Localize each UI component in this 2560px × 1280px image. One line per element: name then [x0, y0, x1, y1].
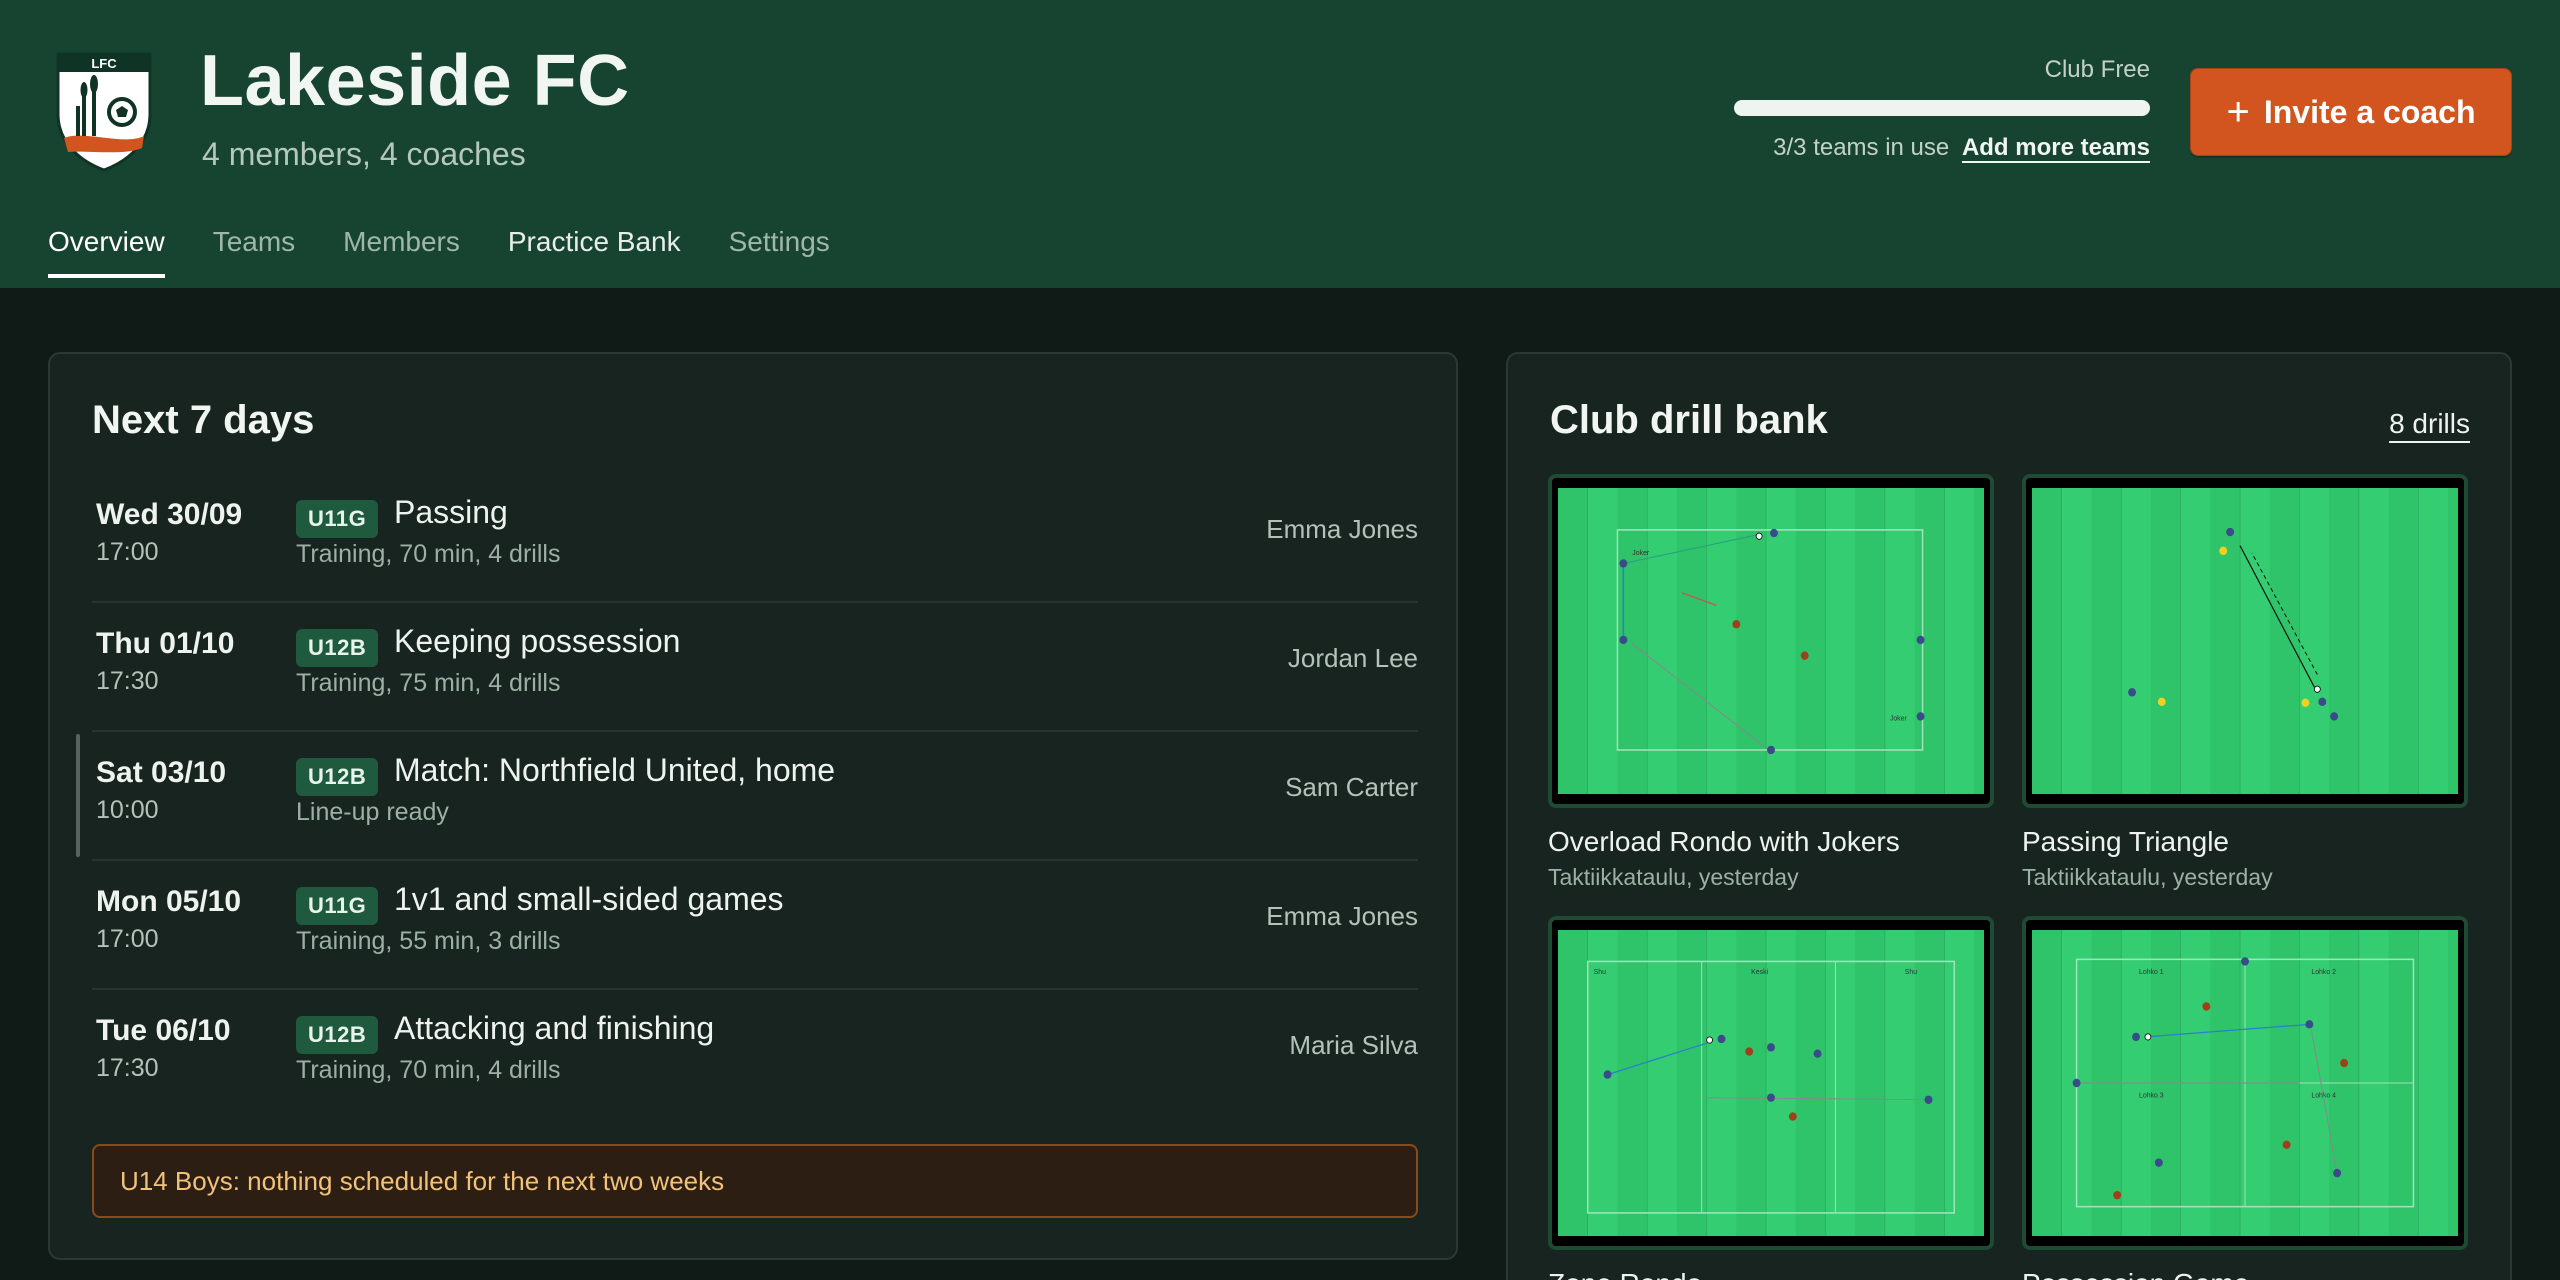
event-row[interactable]: Wed 30/09 17:00 U11G Passing Training, 7…	[92, 474, 1418, 603]
event-time: 10:00	[96, 796, 159, 824]
event-detail: Training, 55 min, 3 drills	[296, 927, 561, 955]
pitch-diagram-image: Joker Joker	[1558, 488, 1984, 794]
drill-bank-title: Club drill bank	[1550, 398, 1828, 442]
schedule-card: Next 7 days Wed 30/09 17:00 U11G Passing…	[48, 352, 1458, 1260]
drill-name: Overload Rondo with Jokers	[1548, 826, 1900, 857]
drill-card[interactable]: Joker Joker Overload Rondo with Jokers T…	[1548, 474, 1994, 891]
drill-name: Possession Game	[2022, 1268, 2468, 1280]
drill-card[interactable]: Lohko 1 Lohko 2 Lohko 3 Lohko 4 Possessi…	[2022, 916, 2468, 1280]
drill-diagram: Lohko 1 Lohko 2 Lohko 3 Lohko 4	[2022, 916, 2468, 1250]
event-date: Thu 01/10	[96, 627, 235, 660]
event-title: Attacking and finishing	[394, 1010, 715, 1046]
pitch-diagram-image: Shu Keski Shu	[1558, 930, 1984, 1236]
plan-name: Club Free	[2044, 56, 2150, 83]
event-coach: Sam Carter	[1285, 772, 1418, 802]
event-date: Mon 05/10	[96, 885, 242, 918]
drill-diagram	[2022, 474, 2468, 808]
event-row[interactable]: Mon 05/10 17:00 U11G 1v1 and small-sided…	[92, 861, 1418, 990]
event-time: 17:30	[96, 1054, 159, 1082]
club-tabs: Overview Teams Members Practice Bank Set…	[48, 226, 878, 278]
pitch-label: Lohko 2	[2311, 968, 2336, 976]
pitch-label: Shu	[1594, 968, 1606, 976]
event-coach: Maria Silva	[1289, 1030, 1418, 1060]
add-more-teams-link[interactable]: Add more teams	[1962, 134, 2150, 161]
team-badge: U12B	[296, 629, 379, 667]
event-time: 17:00	[96, 538, 159, 566]
crest-lettering: LFC	[91, 56, 117, 71]
pitch-label: Joker	[1890, 714, 1908, 722]
drill-name: Zone Rondo	[1548, 1268, 1994, 1280]
schedule-title: Next 7 days	[92, 398, 315, 442]
event-title: 1v1 and small-sided games	[394, 881, 784, 917]
pitch-label: Shu	[1905, 968, 1917, 976]
event-date: Wed 30/09	[96, 498, 243, 531]
event-row[interactable]: Thu 01/10 17:30 U12B Keeping possession …	[92, 603, 1418, 732]
event-row[interactable]: Sat 03/10 10:00 U12B Match: Northfield U…	[76, 732, 1418, 861]
event-detail: Training, 70 min, 4 drills	[296, 540, 561, 568]
event-title: Match: Northfield United, home	[394, 752, 836, 788]
team-badge: U11G	[296, 887, 379, 925]
schedule-warning: U14 Boys: nothing scheduled for the next…	[92, 1144, 1418, 1218]
club-crest-icon: LFC	[56, 52, 152, 172]
event-title: Passing	[394, 494, 508, 530]
event-row[interactable]: Tue 06/10 17:30 U12B Attacking and finis…	[92, 990, 1418, 1119]
tab-teams[interactable]: Teams	[213, 226, 295, 278]
plan-usage-bar	[1734, 100, 2150, 116]
tab-practice-bank[interactable]: Practice Bank	[508, 226, 681, 278]
event-time: 17:30	[96, 667, 159, 695]
drill-card[interactable]: Passing Triangle Taktiikkataulu, yesterd…	[2022, 474, 2468, 891]
drill-bank-card: Club drill bank 8 drills Joker Joker Ove…	[1506, 352, 2512, 1280]
pitch-label: Joker	[1632, 549, 1650, 557]
team-badge: U11G	[296, 500, 379, 538]
tab-members[interactable]: Members	[343, 226, 460, 278]
club-name: Lakeside FC	[200, 41, 630, 121]
event-coach: Emma Jones	[1266, 901, 1418, 931]
event-detail: Training, 70 min, 4 drills	[296, 1056, 561, 1084]
tab-overview[interactable]: Overview	[48, 226, 165, 278]
event-date: Sat 03/10	[96, 756, 227, 789]
plus-icon: +	[2226, 90, 2250, 134]
plan-usage: 3/3 teams in use Add more teams	[1773, 134, 2150, 162]
plan-usage-text: 3/3 teams in use	[1773, 134, 1950, 161]
event-coach: Emma Jones	[1266, 514, 1418, 544]
drill-diagram: Joker Joker	[1548, 474, 1994, 808]
drill-count-link[interactable]: 8 drills	[2389, 408, 2470, 440]
event-title: Keeping possession	[394, 623, 681, 659]
drill-meta: Taktiikkataulu, yesterday	[2022, 864, 2273, 890]
team-badge: U12B	[296, 1016, 379, 1054]
pitch-diagram-image: Lohko 1 Lohko 2 Lohko 3 Lohko 4	[2032, 930, 2458, 1236]
event-coach: Jordan Lee	[1287, 643, 1418, 673]
pitch-label: Keski	[1751, 968, 1768, 976]
drill-card[interactable]: Shu Keski Shu Zone Rondo	[1548, 916, 1994, 1280]
event-list: Wed 30/09 17:00 U11G Passing Training, 7…	[76, 474, 1418, 1119]
drill-name: Passing Triangle	[2022, 826, 2230, 857]
event-time: 17:00	[96, 925, 159, 953]
invite-coach-button[interactable]: + Invite a coach	[2190, 68, 2512, 156]
pitch-diagram-image	[2032, 488, 2458, 794]
event-detail: Training, 75 min, 4 drills	[296, 669, 561, 697]
team-badge: U12B	[296, 758, 379, 796]
club-header: LFC Lakeside FC 4 members, 4 coaches Clu…	[0, 0, 2560, 288]
invite-coach-label: Invite a coach	[2263, 93, 2476, 130]
drill-meta: Taktiikkataulu, yesterday	[1548, 864, 1799, 890]
tab-settings[interactable]: Settings	[729, 226, 830, 278]
drill-diagram: Shu Keski Shu	[1548, 916, 1994, 1250]
club-member-summary: 4 members, 4 coaches	[202, 136, 526, 172]
event-date: Tue 06/10	[96, 1014, 231, 1047]
pitch-label: Lohko 1	[2139, 968, 2164, 976]
event-detail: Line-up ready	[296, 798, 449, 826]
pitch-label: Lohko 3	[2139, 1092, 2164, 1100]
